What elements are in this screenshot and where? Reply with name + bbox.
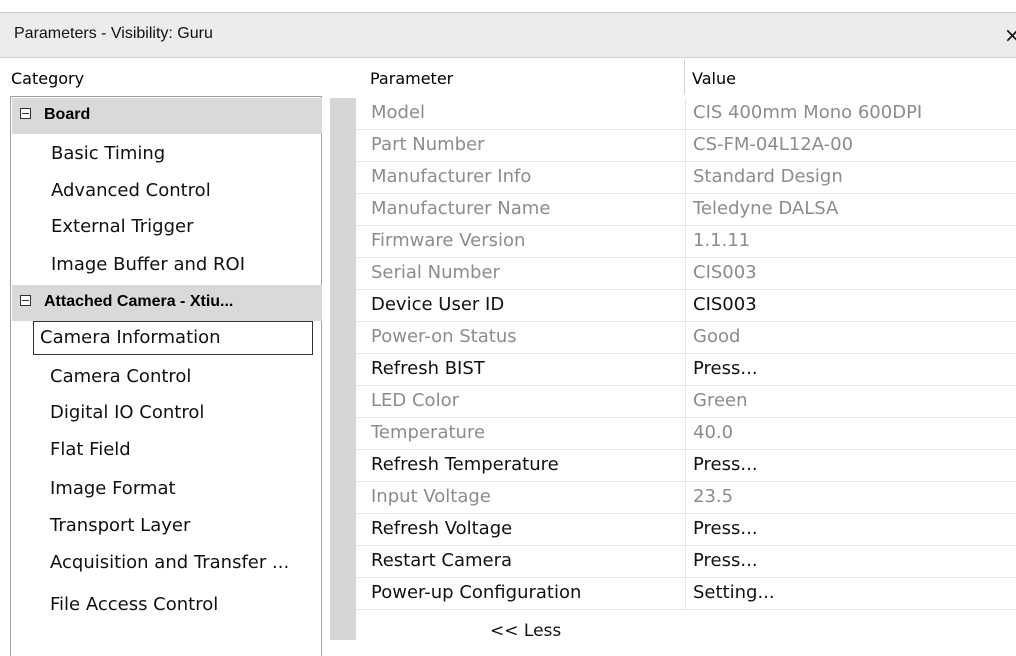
parameter-row[interactable]: Power-on Status Good	[356, 322, 1016, 354]
cell-divider	[685, 322, 686, 354]
category-item-camera-control[interactable]: Camera Control	[50, 366, 191, 387]
category-item-label: Camera Information	[40, 327, 221, 348]
category-group-board[interactable]: Board	[12, 98, 322, 134]
parameter-name: Refresh Temperature	[371, 454, 559, 475]
parameter-row[interactable]: Device User ID CIS003	[356, 290, 1016, 322]
column-divider[interactable]	[684, 60, 685, 94]
cell-divider	[685, 386, 686, 418]
cell-divider	[685, 450, 686, 482]
cell-divider	[685, 226, 686, 258]
parameter-value: Teledyne DALSA	[693, 198, 839, 219]
parameter-name: Refresh Voltage	[371, 518, 513, 539]
parameter-row[interactable]: Manufacturer Name Teledyne DALSA	[356, 194, 1016, 226]
parameter-value: CIS003	[693, 262, 757, 283]
window-title: Parameters - Visibility: Guru	[14, 25, 213, 42]
category-item-digital-io-control[interactable]: Digital IO Control	[50, 402, 204, 423]
parameter-name: Device User ID	[371, 294, 505, 315]
parameter-value: CS-FM-04L12A-00	[693, 134, 854, 155]
parameter-row[interactable]: Refresh BIST Press...	[356, 354, 1016, 386]
parameter-value: CIS 400mm Mono 600DPI	[693, 102, 923, 123]
parameter-name: LED Color	[371, 390, 459, 411]
cell-divider	[685, 418, 686, 450]
category-group-label: Board	[44, 106, 91, 123]
press-button[interactable]: Press...	[693, 454, 758, 475]
category-group-label: Attached Camera - Xtiu...	[44, 293, 234, 310]
parameter-value: 1.1.11	[693, 230, 751, 251]
cell-divider	[685, 546, 686, 578]
parameter-value: Standard Design	[693, 166, 843, 187]
parameter-row[interactable]: Refresh Temperature Press...	[356, 450, 1016, 482]
cell-divider	[685, 98, 686, 130]
parameter-row[interactable]: Temperature 40.0	[356, 418, 1016, 450]
parameter-name: Part Number	[371, 134, 485, 155]
category-item-transport-layer[interactable]: Transport Layer	[50, 515, 190, 536]
category-item-image-buffer-roi[interactable]: Image Buffer and ROI	[51, 254, 245, 275]
parameter-value: Good	[693, 326, 741, 347]
parameter-row[interactable]: Part Number CS-FM-04L12A-00	[356, 130, 1016, 162]
parameter-row[interactable]: Serial Number CIS003	[356, 258, 1016, 290]
cell-divider	[685, 354, 686, 386]
cell-divider	[685, 162, 686, 194]
parameter-row[interactable]: Refresh Voltage Press...	[356, 514, 1016, 546]
parameter-name: Restart Camera	[371, 550, 513, 571]
category-item-advanced-control[interactable]: Advanced Control	[51, 180, 211, 201]
parameter-name: Power-on Status	[371, 326, 517, 347]
parameter-name: Model	[371, 102, 426, 123]
cell-divider	[685, 578, 686, 610]
parameter-name: Manufacturer Info	[371, 166, 532, 187]
category-item-camera-information[interactable]: Camera Information	[33, 321, 313, 355]
parameter-row[interactable]: Firmware Version 1.1.11	[356, 226, 1016, 258]
press-button[interactable]: Press...	[693, 358, 758, 379]
grid-row-gutter	[330, 98, 356, 640]
parameter-row[interactable]: Model CIS 400mm Mono 600DPI	[356, 98, 1016, 130]
parameter-value: Green	[693, 390, 748, 411]
category-group-attached-camera[interactable]: Attached Camera - Xtiu...	[12, 285, 322, 321]
cell-divider	[685, 130, 686, 162]
cell-divider	[685, 482, 686, 514]
parameter-value-input[interactable]: CIS003	[693, 294, 757, 315]
collapse-icon[interactable]	[20, 108, 31, 119]
parameter-name: Temperature	[371, 422, 486, 443]
parameter-row[interactable]: Restart Camera Press...	[356, 546, 1016, 578]
setting-button[interactable]: Setting...	[693, 582, 775, 603]
parameter-name: Firmware Version	[371, 230, 526, 251]
cell-divider	[685, 258, 686, 290]
cell-divider	[685, 194, 686, 226]
category-item-external-trigger[interactable]: External Trigger	[51, 216, 193, 237]
close-icon[interactable]: ×	[1004, 23, 1016, 47]
parameter-name: Input Voltage	[371, 486, 491, 507]
parameter-value: 40.0	[693, 422, 734, 443]
cell-divider	[685, 514, 686, 546]
parameter-row[interactable]: LED Color Green	[356, 386, 1016, 418]
press-button[interactable]: Press...	[693, 550, 758, 571]
category-header: Category	[11, 69, 85, 88]
parameter-value: 23.5	[693, 486, 734, 507]
cell-divider	[685, 290, 686, 322]
window-titlebar: Parameters - Visibility: Guru ×	[0, 12, 1016, 58]
parameter-column-header[interactable]: Parameter	[370, 69, 453, 88]
category-item-acquisition-transfer[interactable]: Acquisition and Transfer ...	[50, 552, 289, 573]
category-item-flat-field[interactable]: Flat Field	[50, 439, 131, 460]
parameter-name: Manufacturer Name	[371, 198, 551, 219]
parameter-name: Power-up Configuration	[371, 582, 582, 603]
parameter-row[interactable]: Input Voltage 23.5	[356, 482, 1016, 514]
collapse-icon[interactable]	[20, 295, 31, 306]
category-item-file-access-control[interactable]: File Access Control	[50, 594, 218, 615]
parameter-name: Refresh BIST	[371, 358, 485, 379]
parameter-row[interactable]: Manufacturer Info Standard Design	[356, 162, 1016, 194]
press-button[interactable]: Press...	[693, 518, 758, 539]
category-item-basic-timing[interactable]: Basic Timing	[51, 143, 165, 164]
value-column-header[interactable]: Value	[692, 69, 736, 88]
less-button[interactable]: << Less	[490, 621, 561, 641]
parameter-name: Serial Number	[371, 262, 500, 283]
parameter-row[interactable]: Power-up Configuration Setting...	[356, 578, 1016, 610]
category-item-image-format[interactable]: Image Format	[50, 478, 176, 499]
